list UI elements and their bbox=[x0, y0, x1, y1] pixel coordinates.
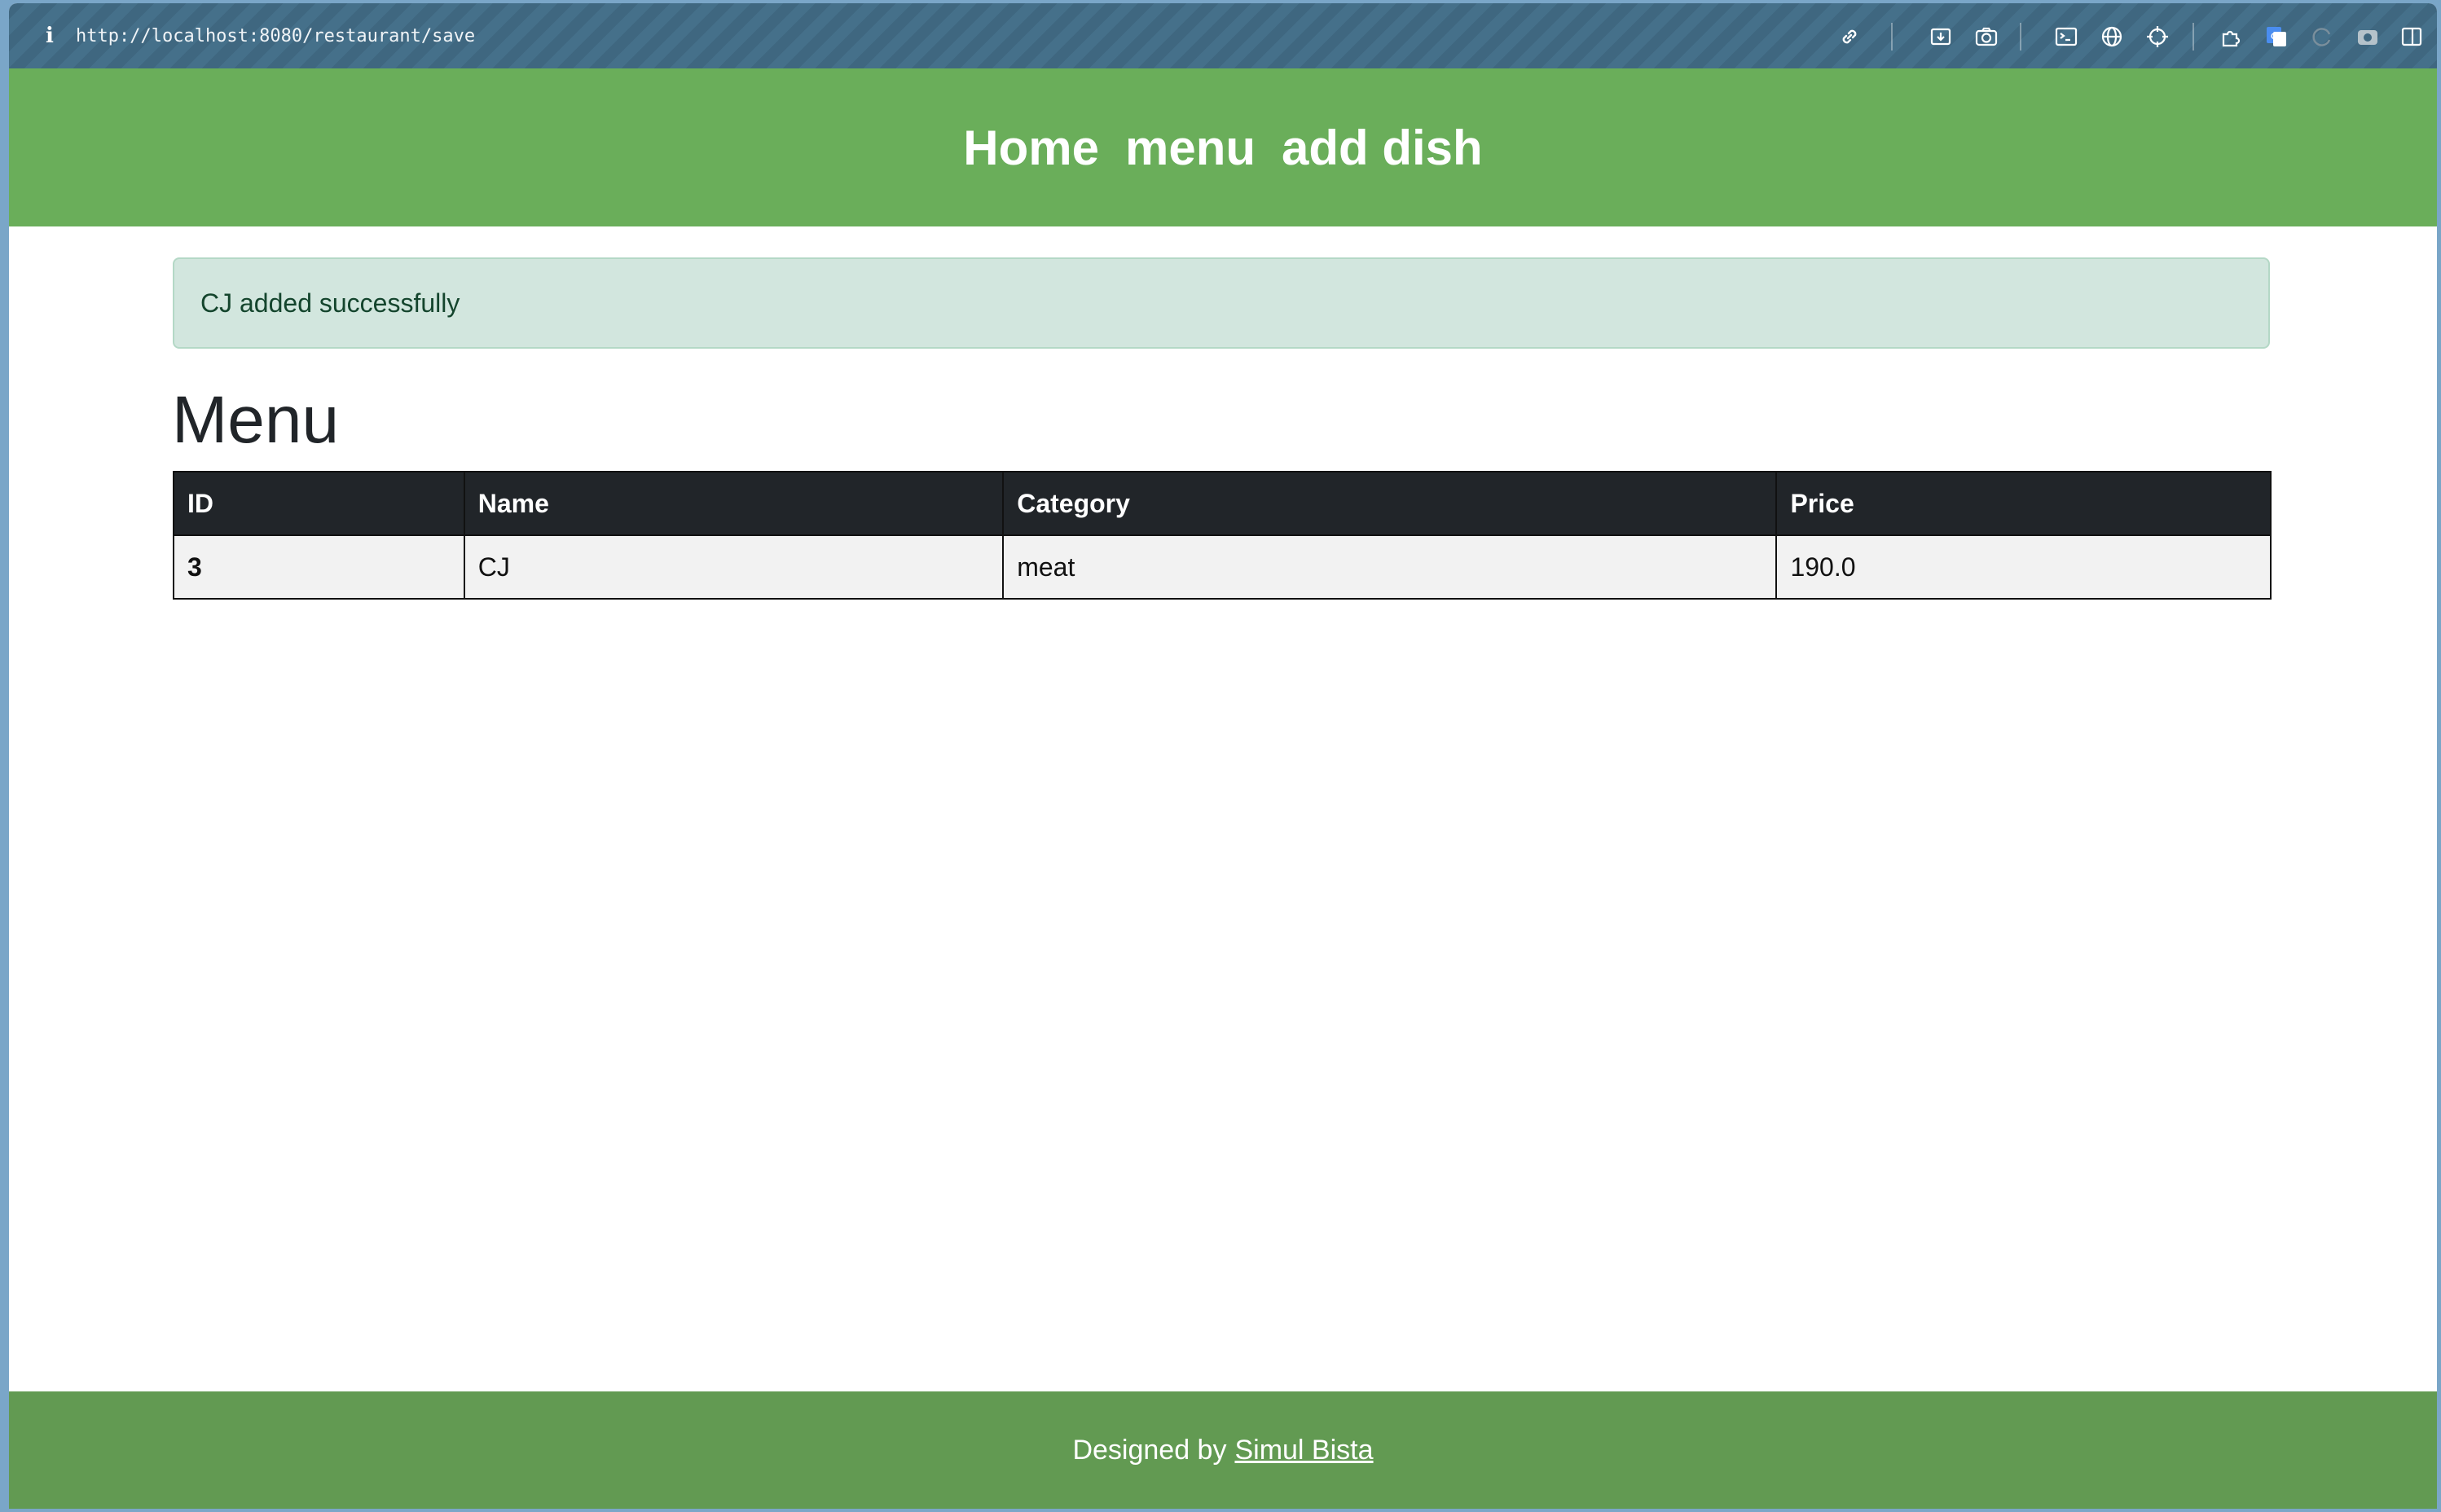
translate-icon[interactable]: G bbox=[2264, 24, 2289, 49]
extension-icon[interactable] bbox=[2220, 24, 2245, 49]
dish-price-cell: 190.0 bbox=[1775, 534, 2272, 600]
toolbar-separator bbox=[2193, 23, 2194, 51]
crosshair-icon[interactable] bbox=[2145, 24, 2170, 49]
site-header: Home menu add dish bbox=[9, 68, 2437, 226]
footer-credit-text: Designed by bbox=[1072, 1434, 1227, 1466]
table-header-row: ID Name Category Price bbox=[173, 471, 2272, 536]
download-icon[interactable] bbox=[1929, 24, 1953, 49]
column-header-id: ID bbox=[173, 471, 465, 536]
success-alert: CJ added successfully bbox=[173, 257, 2270, 349]
page-title: Menu bbox=[172, 383, 340, 457]
dish-name-cell: CJ bbox=[463, 534, 1005, 600]
globe-icon[interactable] bbox=[2100, 24, 2124, 49]
nav-home-link[interactable]: Home bbox=[963, 120, 1099, 176]
table-row: 3 CJ meat 190.0 bbox=[173, 534, 2272, 600]
screenshot-icon[interactable] bbox=[2355, 24, 2380, 49]
address-bar[interactable]: http://localhost:8080/restaurant/save bbox=[76, 23, 475, 51]
column-header-category: Category bbox=[1002, 471, 1778, 536]
reload-icon[interactable] bbox=[2310, 24, 2334, 49]
dish-id-cell: 3 bbox=[173, 534, 465, 600]
link-icon[interactable] bbox=[1837, 24, 1862, 49]
browser-window: i http://localhost:8080/restaurant/save bbox=[9, 3, 2437, 1509]
svg-text:G: G bbox=[2271, 32, 2278, 42]
menu-table: ID Name Category Price 3 CJ meat 190.0 bbox=[173, 471, 2272, 600]
dish-category-cell: meat bbox=[1002, 534, 1778, 600]
column-header-price: Price bbox=[1775, 471, 2272, 536]
footer-author-link[interactable]: Simul Bista bbox=[1234, 1435, 1373, 1466]
camera-icon[interactable] bbox=[1974, 24, 1999, 49]
terminal-icon[interactable] bbox=[2054, 24, 2078, 49]
toolbar-separator bbox=[2020, 23, 2021, 51]
site-info-icon[interactable]: i bbox=[40, 23, 59, 49]
column-header-name: Name bbox=[463, 471, 1005, 536]
nav-menu-link[interactable]: menu bbox=[1125, 120, 1256, 176]
toolbar-separator bbox=[1891, 23, 1893, 51]
site-footer: Designed by Simul Bista bbox=[9, 1391, 2437, 1509]
browser-toolbar: i http://localhost:8080/restaurant/save bbox=[9, 3, 2437, 68]
nav-add-dish-link[interactable]: add dish bbox=[1282, 120, 1483, 176]
sidebar-icon[interactable] bbox=[2399, 24, 2424, 49]
